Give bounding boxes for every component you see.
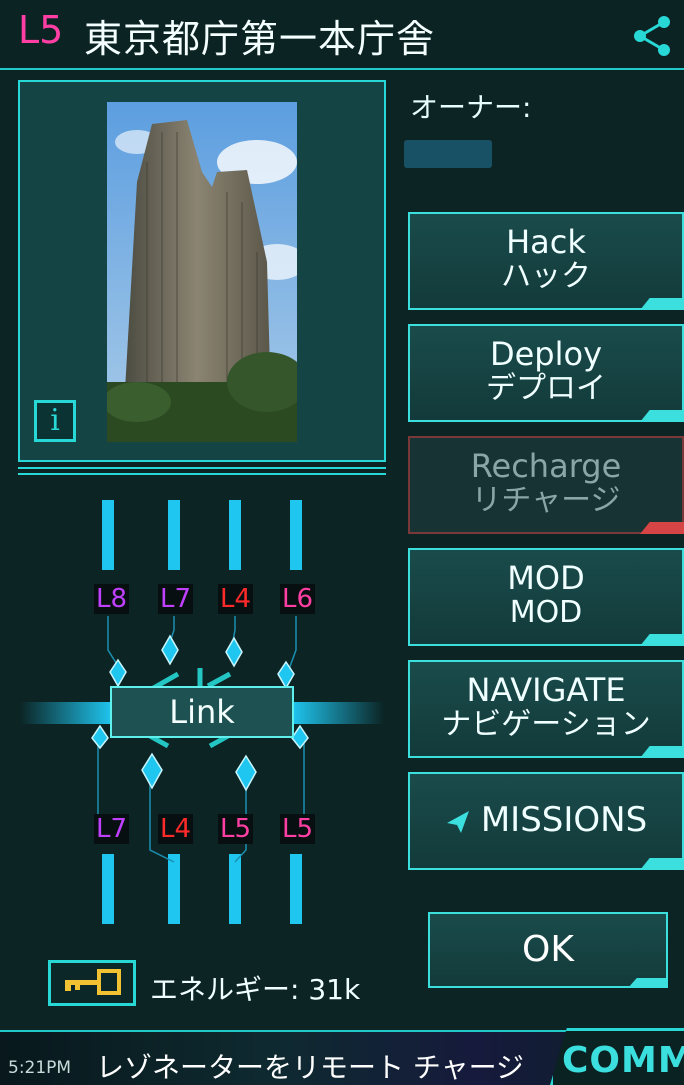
- mod-label-jp: MOD: [509, 595, 583, 630]
- missions-label-row: MISSIONS: [410, 802, 682, 838]
- link-beam-right: [292, 702, 384, 724]
- resonator-bar-bottom-4: [290, 854, 302, 924]
- resonator-bar-top-2: [168, 500, 180, 570]
- resonator-node: [225, 636, 243, 668]
- header: L5 東京都庁第一本庁舎: [0, 0, 684, 72]
- hack-button[interactable]: Hack ハック: [408, 212, 684, 310]
- link-button[interactable]: Link: [110, 686, 294, 738]
- button-corner: [640, 634, 684, 646]
- header-divider: [0, 68, 684, 70]
- navigate-button[interactable]: NAVIGATE ナビゲーション: [408, 660, 684, 758]
- key-icon[interactable]: [48, 960, 136, 1006]
- resonator-bar-bottom-1: [102, 854, 114, 924]
- hack-label-jp: ハック: [501, 259, 591, 294]
- frame-rule: [18, 473, 386, 475]
- portal-title: 東京都庁第一本庁舎: [84, 17, 436, 61]
- button-corner: [628, 978, 668, 988]
- navigate-label: NAVIGATE: [466, 671, 626, 709]
- resonator-level-top-2: L7: [158, 584, 194, 614]
- recharge-label: Recharge: [470, 447, 622, 485]
- resonator-node: [235, 754, 257, 792]
- missions-button[interactable]: MISSIONS: [408, 772, 684, 870]
- paper-plane-icon: [446, 810, 469, 833]
- resonator-level-top-3: L4: [218, 584, 254, 614]
- deploy-label: Deploy: [489, 335, 603, 373]
- resonator-node: [91, 724, 109, 750]
- resonator-node: [277, 660, 295, 690]
- portal-photo-frame: i: [18, 80, 386, 462]
- resonator-level-top-1: L8: [94, 584, 130, 614]
- resonator-bar-top-3: [229, 500, 241, 570]
- share-icon[interactable]: [628, 12, 676, 60]
- owner-label: オーナー:: [410, 91, 532, 124]
- resonator-bar-top-1: [102, 500, 114, 570]
- link-beam-left: [20, 702, 112, 724]
- button-corner: [640, 858, 684, 870]
- resonator-level-bottom-4: L5: [280, 814, 316, 844]
- hack-label: Hack: [506, 223, 586, 261]
- ok-button[interactable]: OK: [428, 912, 668, 988]
- portal-level: L5: [18, 8, 64, 52]
- status-time: 5:21PM: [8, 1058, 72, 1078]
- resonator-node: [161, 634, 179, 666]
- resonator-level-bottom-1: L7: [94, 814, 130, 844]
- owner-name-redacted: [404, 140, 492, 168]
- resonator-bar-top-4: [290, 500, 302, 570]
- info-icon[interactable]: i: [34, 400, 76, 442]
- resonator-bar-bottom-2: [168, 854, 180, 924]
- resonator-level-top-4: L6: [280, 584, 316, 614]
- button-corner: [640, 522, 684, 534]
- portal-photo[interactable]: [107, 102, 297, 442]
- frame-rule: [18, 467, 386, 469]
- deploy-label-jp: デプロイ: [486, 371, 606, 406]
- resonator-node: [141, 752, 163, 790]
- navigate-label-jp: ナビゲーション: [441, 707, 651, 742]
- comm-ticker-text: レゾネーターをリモート チャージ: [96, 1051, 525, 1084]
- mod-label: MOD: [507, 559, 585, 597]
- button-corner: [640, 410, 684, 422]
- deploy-button[interactable]: Deploy デプロイ: [408, 324, 684, 422]
- ok-label: OK: [522, 929, 574, 970]
- resonator-node: [109, 658, 127, 688]
- link-label: Link: [169, 693, 235, 731]
- key-glyph: [65, 969, 121, 995]
- resonator-bar-bottom-3: [229, 854, 241, 924]
- mod-button[interactable]: MOD MOD: [408, 548, 684, 646]
- resonator-node: [291, 724, 309, 750]
- resonator-level-bottom-3: L5: [218, 814, 254, 844]
- resonator-level-bottom-2: L4: [158, 814, 194, 844]
- comm-tab-label: COMM: [562, 1040, 684, 1081]
- missions-label: MISSIONS: [480, 800, 648, 840]
- recharge-button[interactable]: Recharge リチャージ: [408, 436, 684, 534]
- button-corner: [640, 298, 684, 310]
- recharge-label-jp: リチャージ: [471, 483, 621, 518]
- energy-label: エネルギー: 31k: [150, 973, 361, 1006]
- button-corner: [640, 746, 684, 758]
